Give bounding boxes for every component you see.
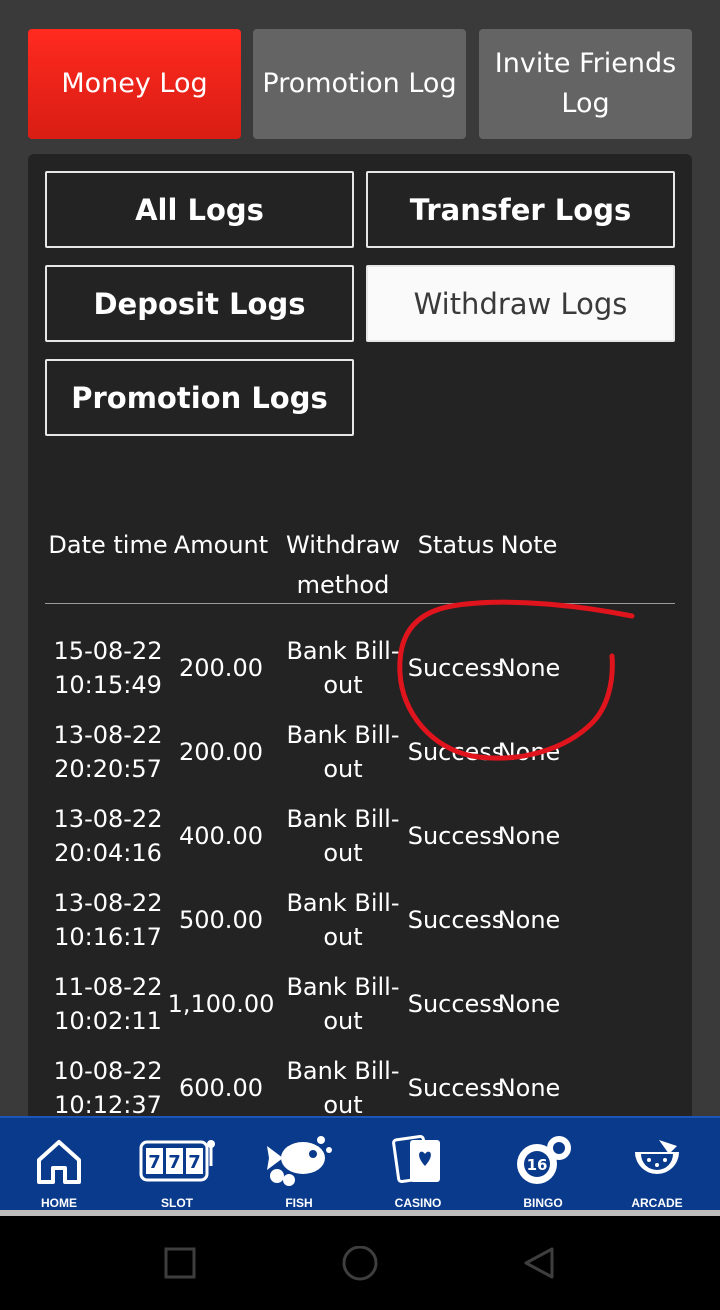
nav-fish-label: FISH <box>285 1196 313 1210</box>
nav-bingo-label: BINGO <box>523 1196 563 1210</box>
bingo-ball-icon: 16 <box>517 1136 571 1184</box>
watermelon-icon <box>635 1140 679 1174</box>
cell-amount: 400.00 <box>179 822 263 850</box>
all-logs-button[interactable]: All Logs <box>45 171 354 248</box>
cell-note: None <box>497 654 561 682</box>
cell-method: Bank Bill-out <box>286 805 400 867</box>
tab-promotion-log[interactable]: Promotion Log <box>253 29 466 139</box>
bottom-navigation: HOME 7 7 7 SLOT FISH CASINO 16 BINGO ARC… <box>0 1116 720 1212</box>
nav-casino-label: CASINO <box>394 1196 442 1210</box>
nav-home[interactable]: HOME <box>4 1118 114 1212</box>
recents-icon[interactable] <box>163 1246 197 1280</box>
svg-text:16: 16 <box>527 1156 548 1174</box>
header-status: Status <box>417 531 495 559</box>
cell-date-time: 15-08-22 10:15:49 <box>53 637 163 699</box>
cell-status: Success <box>407 654 505 682</box>
playing-cards-icon <box>392 1135 440 1183</box>
promotion-logs-button[interactable]: Promotion Logs <box>45 359 354 436</box>
withdraw-logs-button[interactable]: Withdraw Logs <box>366 265 675 342</box>
log-panel: All Logs Transfer Logs Deposit Logs With… <box>28 154 692 1134</box>
tab-money-log[interactable]: Money Log <box>28 29 241 139</box>
transfer-logs-button[interactable]: Transfer Logs <box>366 171 675 248</box>
cell-amount: 1,100.00 <box>167 990 275 1018</box>
cell-status: Success <box>407 738 505 766</box>
header-withdraw-method: Withdraw method <box>286 531 400 599</box>
table-row: 13-08-22 20:20:57 200.00 Bank Bill-out S… <box>45 710 675 794</box>
withdraw-log-table: Date time Amount Withdraw method Status … <box>45 519 675 1130</box>
nav-fish[interactable]: FISH <box>244 1118 354 1212</box>
cell-status: Success <box>407 906 505 934</box>
cell-note: None <box>497 738 561 766</box>
header-amount: Amount <box>173 531 269 559</box>
nav-casino[interactable]: CASINO <box>363 1118 473 1212</box>
table-row: 13-08-22 20:04:16 400.00 Bank Bill-out S… <box>45 794 675 878</box>
cell-note: None <box>497 990 561 1018</box>
cell-date-time: 13-08-22 20:04:16 <box>53 805 163 867</box>
back-icon[interactable] <box>522 1246 556 1280</box>
table-body: 15-08-22 10:15:49 200.00 Bank Bill-out S… <box>45 604 675 1130</box>
log-type-tabs: Money Log Promotion Log Invite Friends L… <box>28 29 692 139</box>
cell-date-time: 13-08-22 10:16:17 <box>53 889 163 951</box>
cell-amount: 200.00 <box>179 738 263 766</box>
cell-note: None <box>497 906 561 934</box>
slot-machine-icon: 7 7 7 <box>139 1140 215 1182</box>
table-row: 13-08-22 10:16:17 500.00 Bank Bill-out S… <box>45 878 675 962</box>
svg-text:7: 7 <box>168 1152 181 1173</box>
tab-invite-friends-log[interactable]: Invite Friends Log <box>479 29 692 139</box>
header-date-time: Date time <box>48 531 168 559</box>
header-note: Note <box>500 531 558 559</box>
cell-status: Success <box>407 990 505 1018</box>
home-circle-icon[interactable] <box>340 1246 380 1286</box>
cell-amount: 200.00 <box>179 654 263 682</box>
table-row: 15-08-22 10:15:49 200.00 Bank Bill-out S… <box>45 626 675 710</box>
fish-icon <box>267 1136 332 1186</box>
cell-date-time: 13-08-22 20:20:57 <box>53 721 163 783</box>
cell-method: Bank Bill-out <box>286 637 400 699</box>
system-navigation-bar <box>0 1216 720 1310</box>
svg-text:7: 7 <box>188 1152 201 1173</box>
home-icon <box>37 1140 81 1184</box>
cell-method: Bank Bill-out <box>286 973 400 1035</box>
cell-note: None <box>497 822 561 850</box>
nav-slot[interactable]: 7 7 7 SLOT <box>122 1118 232 1212</box>
cell-amount: 500.00 <box>179 906 263 934</box>
cell-date-time: 11-08-22 10:02:11 <box>53 973 163 1035</box>
nav-arcade[interactable]: ARCADE <box>602 1118 712 1212</box>
nav-slot-label: SLOT <box>161 1196 193 1210</box>
nav-bingo[interactable]: 16 BINGO <box>488 1118 598 1212</box>
table-row: 11-08-22 10:02:11 1,100.00 Bank Bill-out… <box>45 962 675 1046</box>
svg-text:7: 7 <box>148 1152 161 1173</box>
deposit-logs-button[interactable]: Deposit Logs <box>45 265 354 342</box>
nav-home-label: HOME <box>41 1196 77 1210</box>
nav-arcade-label: ARCADE <box>631 1196 683 1210</box>
table-header: Date time Amount Withdraw method Status … <box>45 519 675 604</box>
cell-method: Bank Bill-out <box>286 721 400 783</box>
cell-status: Success <box>407 822 505 850</box>
cell-method: Bank Bill-out <box>286 889 400 951</box>
